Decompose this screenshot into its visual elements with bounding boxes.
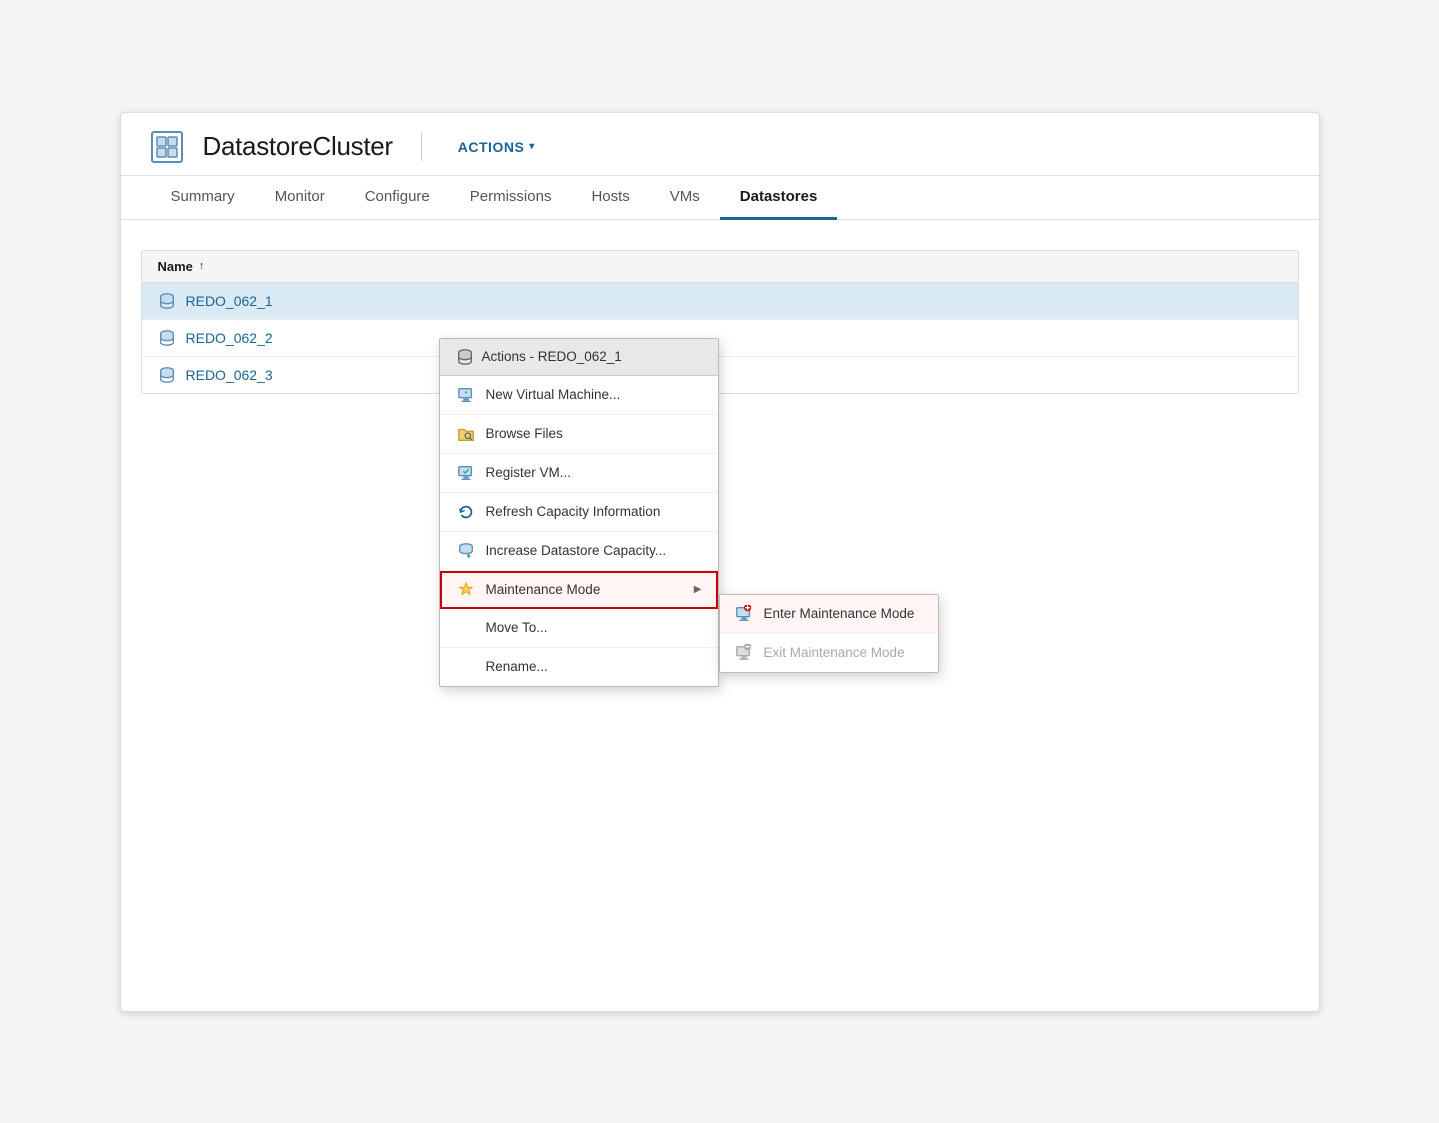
table-row[interactable]: REDO_062_3 (142, 357, 1298, 393)
maintenance-mode-label: Maintenance Mode (486, 582, 684, 597)
datastore-icon (158, 292, 176, 310)
datastore-icon (158, 366, 176, 384)
tab-vms[interactable]: VMs (650, 176, 720, 220)
move-to-icon (456, 618, 476, 638)
new-vm-label: New Virtual Machine... (486, 387, 702, 402)
datastores-table: Name ↑ REDO_062_1 REDO_062_2 (141, 250, 1299, 394)
tabs-bar: Summary Monitor Configure Permissions Ho… (121, 176, 1319, 220)
context-header-icon (456, 348, 474, 366)
submenu-arrow-icon: ▶ (694, 584, 702, 595)
menu-item-refresh-capacity[interactable]: Refresh Capacity Information (440, 493, 718, 532)
tab-configure[interactable]: Configure (345, 176, 450, 220)
context-menu: Actions - REDO_062_1 New Virtual Machine… (439, 338, 719, 687)
increase-capacity-label: Increase Datastore Capacity... (486, 543, 702, 558)
tab-datastores[interactable]: Datastores (720, 176, 838, 220)
context-menu-header: Actions - REDO_062_1 (440, 339, 718, 376)
datastore-link-3[interactable]: REDO_062_3 (186, 367, 273, 383)
tab-monitor[interactable]: Monitor (255, 176, 345, 220)
submenu-item-exit-maintenance: Exit Maintenance Mode (720, 634, 938, 672)
menu-item-browse-files[interactable]: Browse Files (440, 415, 718, 454)
browse-files-icon (456, 424, 476, 444)
rename-label: Rename... (486, 659, 702, 674)
app-container: DatastoreCluster ACTIONS ▾ Summary Monit… (120, 112, 1320, 1012)
move-to-label: Move To... (486, 620, 702, 635)
register-vm-label: Register VM... (486, 465, 702, 480)
sort-icon[interactable]: ↑ (199, 260, 205, 272)
submenu-item-enter-maintenance[interactable]: Enter Maintenance Mode (720, 595, 938, 634)
main-content: Name ↑ REDO_062_1 REDO_062_2 (121, 220, 1319, 394)
menu-item-new-vm[interactable]: New Virtual Machine... (440, 376, 718, 415)
menu-item-maintenance-mode[interactable]: Maintenance Mode ▶ (440, 571, 718, 609)
new-vm-icon (456, 385, 476, 405)
datastore-icon (158, 329, 176, 347)
exit-maintenance-label: Exit Maintenance Mode (764, 645, 924, 660)
menu-item-register-vm[interactable]: Register VM... (440, 454, 718, 493)
menu-item-increase-capacity[interactable]: Increase Datastore Capacity... (440, 532, 718, 571)
table-row[interactable]: REDO_062_2 (142, 320, 1298, 357)
exit-maintenance-icon (734, 643, 754, 663)
tab-summary[interactable]: Summary (151, 176, 255, 220)
refresh-icon (456, 502, 476, 522)
menu-item-move-to[interactable]: Move To... (440, 609, 718, 648)
page-title: DatastoreCluster (203, 131, 393, 162)
refresh-capacity-label: Refresh Capacity Information (486, 504, 702, 519)
header-divider (421, 133, 422, 161)
table-header: Name ↑ (142, 251, 1298, 283)
browse-files-label: Browse Files (486, 426, 702, 441)
column-name-label: Name (158, 259, 193, 274)
maintenance-submenu: Enter Maintenance Mode Exit Maintenance … (719, 594, 939, 673)
table-row[interactable]: REDO_062_1 (142, 283, 1298, 320)
datastore-cluster-icon (151, 131, 183, 163)
chevron-down-icon: ▾ (529, 141, 535, 152)
tab-permissions[interactable]: Permissions (450, 176, 572, 220)
maintenance-mode-icon (456, 580, 476, 600)
datastore-link-1[interactable]: REDO_062_1 (186, 293, 273, 309)
tab-hosts[interactable]: Hosts (571, 176, 649, 220)
register-vm-icon (456, 463, 476, 483)
datastore-link-2[interactable]: REDO_062_2 (186, 330, 273, 346)
increase-capacity-icon (456, 541, 476, 561)
context-menu-title: Actions - REDO_062_1 (482, 349, 622, 364)
header: DatastoreCluster ACTIONS ▾ (121, 113, 1319, 176)
cluster-svg (156, 136, 178, 158)
actions-button[interactable]: ACTIONS ▾ (450, 135, 543, 159)
menu-item-rename[interactable]: Rename... (440, 648, 718, 686)
actions-label: ACTIONS (458, 139, 525, 155)
rename-icon (456, 657, 476, 677)
enter-maintenance-icon (734, 604, 754, 624)
enter-maintenance-label: Enter Maintenance Mode (764, 606, 924, 621)
